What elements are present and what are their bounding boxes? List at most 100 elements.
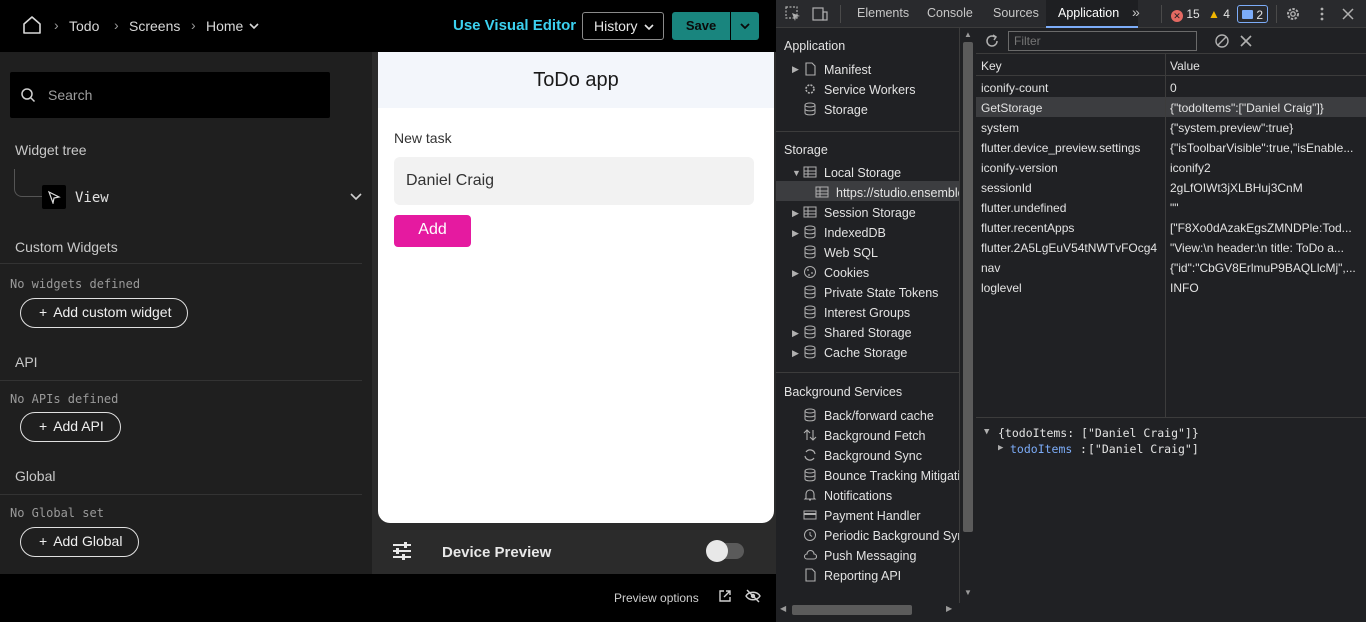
expand-arrow-icon[interactable]: ▶ bbox=[792, 268, 799, 279]
tab-application[interactable]: Application bbox=[1058, 6, 1119, 20]
sidebar-item-cookies[interactable]: Cookies bbox=[824, 266, 869, 280]
table-row[interactable]: flutter.2A5LgEuV54tNWTvFOcg4 "View:\n hea… bbox=[976, 237, 1366, 257]
table-row[interactable]: sessionId 2gLfOIWt3jXLBHuj3CnM bbox=[976, 177, 1366, 197]
sidebar-item-interest-groups[interactable]: Interest Groups bbox=[824, 306, 910, 320]
table-row[interactable]: GetStorage {"todoItems":["Daniel Craig"]} bbox=[976, 97, 1366, 117]
breadcrumb-screens[interactable]: Screens bbox=[129, 18, 180, 34]
sidebar-item-background-sync[interactable]: Background Sync bbox=[824, 449, 922, 463]
warnings-count: 4 bbox=[1223, 7, 1230, 21]
sliders-icon[interactable] bbox=[392, 542, 412, 560]
expand-arrow-icon[interactable]: ▶ bbox=[792, 328, 799, 339]
sidebar-item-reporting-api[interactable]: Reporting API bbox=[824, 569, 901, 583]
phone-preview: ToDo app New task Add bbox=[378, 52, 774, 523]
expand-arrow-icon[interactable]: ▶ bbox=[792, 208, 799, 219]
errors-badge[interactable]: ✕ 15 bbox=[1167, 5, 1204, 23]
collapse-arrow-icon[interactable]: ▼ bbox=[984, 427, 989, 437]
gear-icon[interactable] bbox=[1285, 6, 1301, 22]
new-task-input[interactable] bbox=[394, 157, 754, 205]
scroll-up-icon[interactable]: ▲ bbox=[964, 30, 972, 39]
table-row[interactable]: loglevel INFO bbox=[976, 277, 1366, 297]
sidebar-item-web-sql[interactable]: Web SQL bbox=[824, 246, 878, 260]
table-row[interactable]: flutter.device_preview.settings {"isToolb… bbox=[976, 137, 1366, 157]
preview-options-link[interactable]: Preview options bbox=[614, 591, 699, 605]
inspect-element-icon[interactable] bbox=[785, 6, 801, 22]
expand-arrow-icon[interactable]: ▶ bbox=[998, 443, 1003, 453]
device-toolbar-icon[interactable] bbox=[812, 6, 828, 22]
table-row[interactable]: nav {"id":"CbGV8ErlmuP9BAQLlcMj",... bbox=[976, 257, 1366, 277]
kebab-menu-icon[interactable] bbox=[1314, 6, 1330, 22]
sidebar-item-background-fetch[interactable]: Background Fetch bbox=[824, 429, 925, 443]
sidebar-item-payment-handler[interactable]: Payment Handler bbox=[824, 509, 921, 523]
tab-console[interactable]: Console bbox=[927, 6, 973, 20]
sidebar-vertical-scrollbar[interactable]: ▲ ▼ bbox=[960, 28, 976, 604]
use-visual-editor-link[interactable]: Use Visual Editor bbox=[453, 17, 576, 34]
tree-node-view[interactable]: View bbox=[75, 190, 109, 206]
sidebar-item-push-messaging[interactable]: Push Messaging bbox=[824, 549, 916, 563]
messages-badge[interactable]: 2 bbox=[1237, 5, 1269, 23]
sidebar-item-notifications[interactable]: Notifications bbox=[824, 489, 892, 503]
more-tabs-icon[interactable]: » bbox=[1132, 4, 1140, 20]
sidebar-item-session-storage[interactable]: Session Storage bbox=[824, 206, 916, 220]
expand-arrow-icon[interactable]: ▶ bbox=[792, 348, 799, 359]
sidebar-item-periodic-background-sync[interactable]: Periodic Background Sync bbox=[824, 529, 959, 543]
sidebar-item-service-workers[interactable]: Service Workers bbox=[824, 83, 915, 97]
api-title: API bbox=[15, 354, 38, 370]
toolbar-divider bbox=[1161, 5, 1162, 23]
breadcrumb-home[interactable]: Home bbox=[206, 18, 243, 34]
expand-arrow-icon[interactable]: ▶ bbox=[792, 228, 799, 239]
sidebar-item-bounce-tracking[interactable]: Bounce Tracking Mitigatio bbox=[824, 469, 959, 483]
tab-sources[interactable]: Sources bbox=[993, 6, 1039, 20]
table-row[interactable]: iconify-count 0 bbox=[976, 77, 1366, 97]
row-value: iconify2 bbox=[1170, 161, 1211, 175]
table-row[interactable]: flutter.undefined "" bbox=[976, 197, 1366, 217]
json-key[interactable]: todoItems bbox=[1010, 442, 1072, 456]
sidebar-item-storage[interactable]: Storage bbox=[824, 103, 868, 117]
tab-elements[interactable]: Elements bbox=[857, 6, 909, 20]
save-button[interactable]: Save bbox=[672, 12, 730, 40]
scrollbar-thumb[interactable] bbox=[792, 605, 912, 615]
sidebar-item-cache-storage[interactable]: Cache Storage bbox=[824, 346, 907, 360]
sidebar-horizontal-scrollbar[interactable]: ◀ ▶ bbox=[776, 603, 960, 617]
close-icon[interactable] bbox=[1340, 6, 1356, 22]
add-task-button[interactable]: Add bbox=[394, 215, 471, 247]
scroll-left-icon[interactable]: ◀ bbox=[780, 604, 786, 613]
table-row[interactable]: system {"system.preview":true} bbox=[976, 117, 1366, 137]
collapse-arrow-icon[interactable]: ▼ bbox=[792, 168, 801, 178]
sidebar-item-private-state-tokens[interactable]: Private State Tokens bbox=[824, 286, 938, 300]
scroll-down-icon[interactable]: ▼ bbox=[964, 588, 972, 597]
external-link-icon[interactable] bbox=[718, 589, 732, 603]
delete-selected-icon[interactable] bbox=[1239, 34, 1253, 48]
filter-input[interactable] bbox=[1008, 31, 1197, 51]
warning-icon: ▲ bbox=[1208, 7, 1220, 21]
add-custom-widget-button[interactable]: + Add custom widget bbox=[20, 298, 189, 328]
chevron-down-icon[interactable] bbox=[349, 190, 363, 204]
search-input[interactable]: Search bbox=[10, 72, 330, 118]
history-button[interactable]: History bbox=[582, 12, 664, 40]
expand-arrow-icon[interactable]: ▶ bbox=[792, 64, 799, 75]
scrollbar-thumb[interactable] bbox=[963, 42, 973, 532]
sidebar-item-indexeddb[interactable]: IndexedDB bbox=[824, 226, 886, 240]
breadcrumb-todo[interactable]: Todo bbox=[69, 18, 99, 34]
save-dropdown-button[interactable] bbox=[731, 12, 759, 40]
scroll-right-icon[interactable]: ▶ bbox=[946, 604, 952, 613]
column-header-key[interactable]: Key bbox=[981, 59, 1002, 73]
add-api-button[interactable]: + Add API bbox=[20, 412, 121, 442]
table-row[interactable]: flutter.recentApps ["F8Xo0dAzakEgsZMNDPle… bbox=[976, 217, 1366, 237]
database-icon bbox=[804, 225, 816, 239]
column-header-value[interactable]: Value bbox=[1170, 59, 1200, 73]
sidebar-item-local-storage[interactable]: Local Storage bbox=[824, 166, 901, 180]
sidebar-item-manifest[interactable]: Manifest bbox=[824, 63, 871, 77]
database-icon bbox=[804, 408, 816, 422]
sidebar-item-back-forward-cache[interactable]: Back/forward cache bbox=[824, 409, 934, 423]
chevron-down-icon[interactable] bbox=[248, 20, 260, 32]
home-icon[interactable] bbox=[22, 15, 42, 35]
sidebar-item-shared-storage[interactable]: Shared Storage bbox=[824, 326, 912, 340]
add-global-button[interactable]: + Add Global bbox=[20, 527, 140, 557]
refresh-icon[interactable] bbox=[984, 33, 1000, 49]
clear-all-icon[interactable] bbox=[1214, 33, 1230, 49]
device-preview-toggle[interactable] bbox=[706, 540, 744, 562]
eye-off-icon[interactable] bbox=[745, 589, 761, 603]
warnings-badge[interactable]: ▲ 4 bbox=[1204, 5, 1234, 23]
local-storage-origin[interactable]: https://studio.ensemble bbox=[836, 186, 959, 200]
table-row[interactable]: iconify-version iconify2 bbox=[976, 157, 1366, 177]
